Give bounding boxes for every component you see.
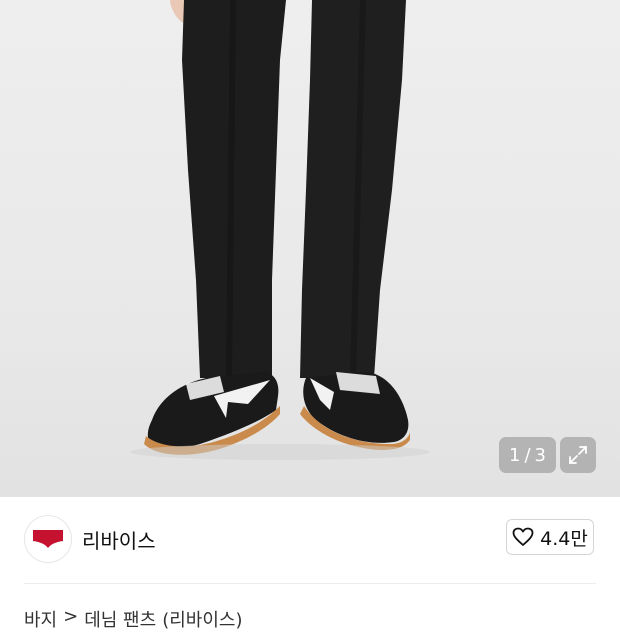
expand-button[interactable] [560,437,596,473]
breadcrumb-item-brand[interactable]: (리바이스) [162,606,242,632]
product-image-gallery[interactable]: 1 / 3 [0,0,620,497]
expand-icon [569,446,587,464]
brand-row[interactable]: 리바이스 4.4만 [0,497,620,583]
breadcrumb-separator: > [63,606,79,627]
levis-logo [33,530,63,548]
breadcrumb-item-category[interactable]: 바지 [24,606,57,632]
heart-icon [512,527,534,546]
product-photo [130,0,430,460]
breadcrumb: 바지 > 데님 팬츠 (리바이스) [24,606,242,632]
like-button[interactable]: 4.4만 [506,519,594,555]
image-counter-current: 1 [509,444,521,466]
image-counter-total: 3 [534,444,546,466]
brand-logo[interactable] [24,515,72,563]
breadcrumb-item-subcategory[interactable]: 데님 팬츠 [84,606,156,632]
image-counter-separator: / [524,444,531,466]
divider [24,583,596,584]
image-counter: 1 / 3 [499,437,556,473]
brand-name[interactable]: 리바이스 [82,525,156,554]
like-count: 4.4만 [540,527,588,550]
